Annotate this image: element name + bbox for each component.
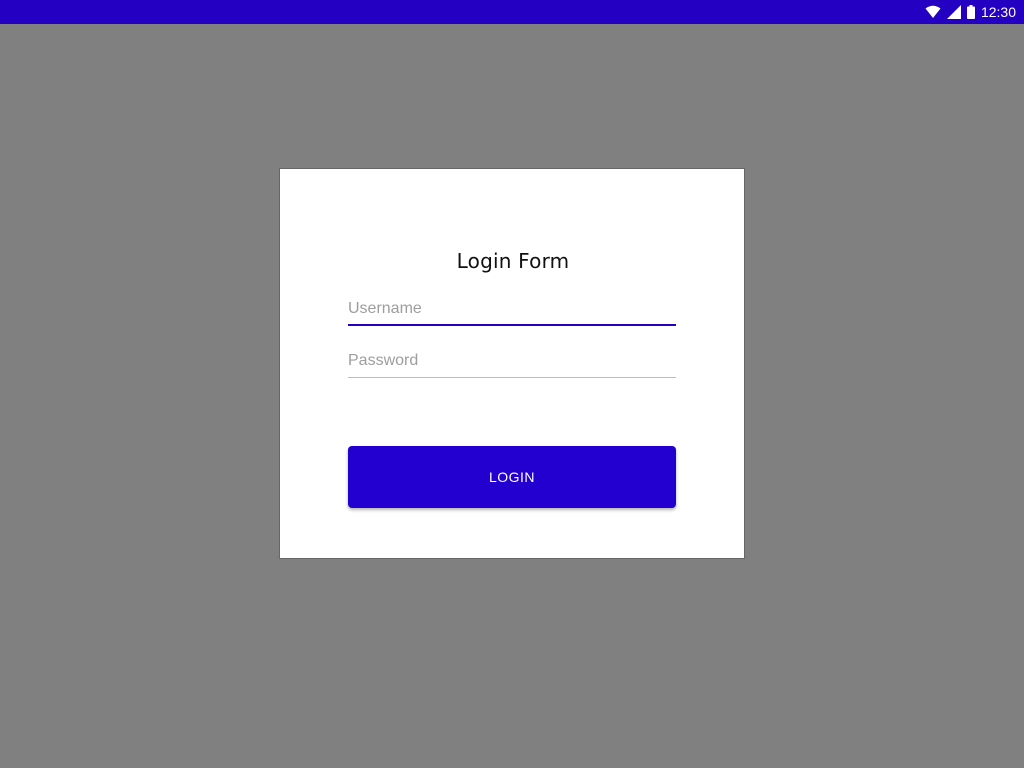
cellular-signal-icon [946, 5, 961, 19]
password-field[interactable] [348, 346, 676, 378]
password-input[interactable] [348, 346, 676, 376]
username-field[interactable] [348, 294, 676, 326]
username-input[interactable] [348, 294, 676, 324]
battery-icon [966, 5, 975, 19]
username-underline [348, 324, 676, 326]
wifi-icon [925, 5, 941, 19]
status-bar: 12:30 [0, 0, 1024, 24]
password-underline [348, 377, 676, 378]
login-dialog: Login Form LOGIN [279, 168, 745, 559]
status-time: 12:30 [980, 4, 1016, 20]
form-title: Login Form [456, 249, 570, 273]
status-icons [925, 5, 975, 19]
login-button[interactable]: LOGIN [348, 446, 676, 508]
